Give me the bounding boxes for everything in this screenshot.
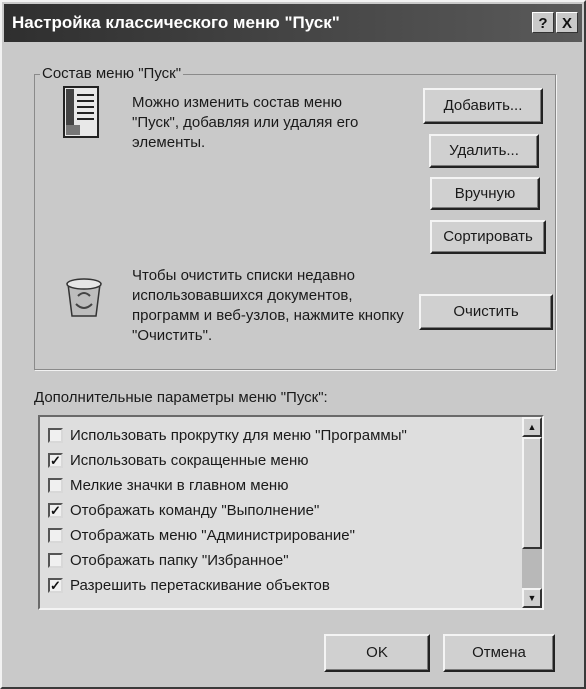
scroll-down-icon[interactable]: ▼: [522, 588, 542, 608]
close-button[interactable]: X: [556, 12, 578, 33]
scroll-up-icon[interactable]: ▲: [522, 417, 542, 437]
show-run-checkbox[interactable]: ✓: [48, 503, 63, 518]
remove-button[interactable]: Удалить...: [429, 134, 539, 168]
settings-dialog: Настройка классического меню "Пуск" ? X …: [0, 0, 586, 689]
sort-button[interactable]: Сортировать: [430, 220, 546, 254]
list-item-label: Использовать сокращенные меню: [70, 452, 309, 469]
show-admin-tools-checkbox[interactable]: [48, 528, 63, 543]
add-button[interactable]: Добавить...: [423, 88, 543, 124]
list-item-label: Отображать меню "Администрирование": [70, 527, 355, 544]
scroll-programs-checkbox[interactable]: [48, 428, 63, 443]
drag-drop-checkbox[interactable]: ✓: [48, 578, 63, 593]
list-scrollbar[interactable]: ▲ ▼: [522, 417, 542, 608]
advanced-settings-list[interactable]: Использовать прокрутку для меню "Програм…: [38, 415, 544, 610]
cancel-button[interactable]: Отмена: [443, 634, 555, 672]
list-item-label: Использовать прокрутку для меню "Програм…: [70, 427, 407, 444]
clear-button[interactable]: Очистить: [419, 294, 553, 330]
group-legend: Состав меню "Пуск": [40, 65, 184, 83]
advanced-settings-label: Дополнительные параметры меню "Пуск":: [34, 389, 328, 406]
title-bar[interactable]: Настройка классического меню "Пуск" ? X: [4, 4, 582, 42]
show-favorites-checkbox[interactable]: [48, 553, 63, 568]
list-item-label: Отображать папку "Избранное": [70, 552, 289, 569]
small-icons-checkbox[interactable]: [48, 478, 63, 493]
start-menu-list-icon: [63, 86, 99, 138]
group-description: Можно изменить состав меню "Пуск", добав…: [132, 94, 359, 151]
scroll-thumb[interactable]: [522, 437, 542, 549]
clear-description: Чтобы очистить списки недавно использова…: [132, 267, 404, 344]
list-item-label: Разрешить перетаскивание объектов: [70, 577, 330, 594]
window-title: Настройка классического меню "Пуск": [12, 13, 340, 32]
help-button[interactable]: ?: [532, 12, 554, 33]
personalized-menus-checkbox[interactable]: ✓: [48, 453, 63, 468]
manual-button[interactable]: Вручную: [430, 177, 540, 210]
recycle-bin-icon: [66, 278, 102, 317]
list-item-label: Отображать команду "Выполнение": [70, 502, 320, 519]
ok-button[interactable]: OK: [324, 634, 430, 672]
list-item-label: Мелкие значки в главном меню: [70, 477, 289, 494]
